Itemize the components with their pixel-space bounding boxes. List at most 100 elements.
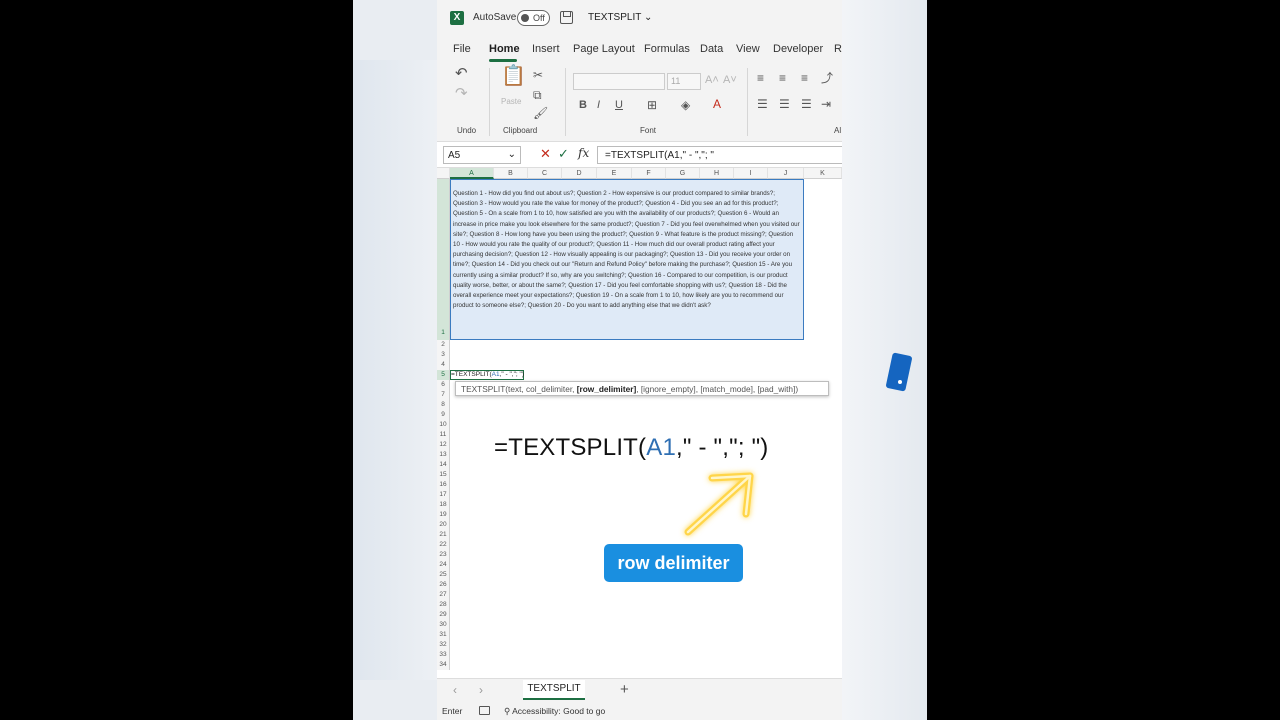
orientation-icon[interactable]: ⤴ [821, 72, 833, 84]
sheet-tab-textsplit[interactable]: TEXTSPLIT [523, 680, 585, 700]
format-painter-icon[interactable]: 🖌 [533, 107, 548, 119]
row-header[interactable]: 14 [437, 460, 450, 470]
column-header[interactable]: E [597, 168, 632, 179]
row-header[interactable]: 7 [437, 390, 450, 400]
row-header[interactable]: 26 [437, 580, 450, 590]
prev-sheet-icon[interactable]: ‹ [453, 683, 457, 697]
row-header[interactable]: 13 [437, 450, 450, 460]
cancel-icon[interactable]: ✕ [540, 146, 551, 162]
row-header[interactable]: 24 [437, 560, 450, 570]
save-icon[interactable] [560, 11, 573, 24]
row-header[interactable]: 23 [437, 550, 450, 560]
row-header[interactable]: 15 [437, 470, 450, 480]
increase-font-icon[interactable]: A˄ [705, 74, 719, 86]
row-header[interactable]: 19 [437, 510, 450, 520]
row-header[interactable]: 2 [437, 340, 450, 350]
enter-check-icon[interactable]: ✓ [558, 146, 569, 162]
column-header[interactable]: D [562, 168, 597, 179]
row-header[interactable]: 1 [437, 179, 450, 340]
fill-color-icon[interactable]: ◈ [681, 99, 690, 111]
select-all-corner[interactable] [437, 168, 450, 179]
row-header[interactable]: 8 [437, 400, 450, 410]
row-header[interactable]: 16 [437, 480, 450, 490]
column-header[interactable]: A [450, 168, 494, 179]
borders-icon[interactable]: ⊞ [647, 99, 657, 111]
bold-icon[interactable]: B [579, 99, 587, 111]
column-header[interactable]: J [768, 168, 804, 179]
alignment-group-label: Al [834, 126, 842, 135]
paste-icon[interactable]: 📋 [501, 66, 526, 86]
row-header[interactable]: 10 [437, 420, 450, 430]
decrease-font-icon[interactable]: A˅ [723, 74, 737, 86]
cell-edit-text[interactable]: =TEXTSPLIT(A1," - ","; ") [451, 371, 524, 378]
add-sheet-icon[interactable]: + [620, 681, 629, 698]
font-size-select[interactable]: 11 [667, 73, 701, 90]
accessibility-status[interactable]: ⚲ Accessibility: Good to go [504, 706, 605, 717]
tab-view[interactable]: View [736, 43, 760, 55]
column-header[interactable]: G [666, 168, 700, 179]
row-header[interactable]: 18 [437, 500, 450, 510]
column-header[interactable]: I [734, 168, 768, 179]
row-header[interactable]: 6 [437, 380, 450, 390]
worksheet-grid[interactable]: A B C D E F G H I J K 1 2 3 4 5 6 7 8 9 10 11 12 13 1… [437, 168, 842, 678]
fx-icon[interactable]: fx [578, 146, 589, 160]
undo-icon[interactable]: ↶ [455, 66, 468, 81]
autosave-toggle[interactable]: Off [517, 10, 550, 26]
underline-icon[interactable]: U [615, 99, 623, 111]
align-bottom-icon[interactable]: ≡ [801, 72, 808, 84]
row-header[interactable]: 17 [437, 490, 450, 500]
row-header[interactable]: 11 [437, 430, 450, 440]
column-header[interactable]: F [632, 168, 666, 179]
tab-home[interactable]: Home [489, 43, 520, 55]
column-header[interactable]: K [804, 168, 842, 179]
column-header[interactable]: B [494, 168, 528, 179]
tab-page-layout[interactable]: Page Layout [573, 43, 635, 55]
thumbs-up-icon [886, 352, 912, 392]
align-middle-icon[interactable]: ≡ [779, 72, 786, 84]
align-top-icon[interactable]: ≡ [757, 72, 764, 84]
name-box[interactable]: A5 ⌄ [443, 146, 521, 164]
row-header[interactable]: 21 [437, 530, 450, 540]
tab-review[interactable]: Re [834, 43, 842, 55]
row-header[interactable]: 31 [437, 630, 450, 640]
row-header[interactable]: 20 [437, 520, 450, 530]
pointer-arrow-icon [684, 472, 754, 536]
row-header[interactable]: 25 [437, 570, 450, 580]
formula-input[interactable]: =TEXTSPLIT(A1," - ","; " [597, 146, 842, 164]
indent-icon[interactable]: ⇥ [821, 98, 831, 110]
italic-icon[interactable]: I [597, 99, 600, 111]
row-header[interactable]: 32 [437, 640, 450, 650]
row-header[interactable]: 34 [437, 660, 450, 670]
macro-record-icon[interactable] [479, 706, 490, 715]
tab-insert[interactable]: Insert [532, 43, 560, 55]
row-header[interactable]: 5 [437, 370, 450, 380]
next-sheet-icon[interactable]: › [479, 683, 483, 697]
tab-file[interactable]: File [453, 43, 471, 55]
row-header[interactable]: 3 [437, 350, 450, 360]
redo-icon[interactable]: ↷ [455, 86, 468, 101]
row-header[interactable]: 27 [437, 590, 450, 600]
cell-a1[interactable]: Question 1 - How did you find out about … [450, 179, 804, 340]
tab-data[interactable]: Data [700, 43, 723, 55]
row-header[interactable]: 28 [437, 600, 450, 610]
tab-formulas[interactable]: Formulas [644, 43, 690, 55]
row-header[interactable]: 33 [437, 650, 450, 660]
row-header[interactable]: 4 [437, 360, 450, 370]
column-header[interactable]: H [700, 168, 734, 179]
copy-icon[interactable]: ⧉ [533, 89, 542, 101]
tab-developer[interactable]: Developer [773, 43, 823, 55]
row-header[interactable]: 12 [437, 440, 450, 450]
row-header[interactable]: 30 [437, 620, 450, 630]
row-header[interactable]: 29 [437, 610, 450, 620]
font-color-icon[interactable]: A [713, 98, 721, 110]
font-name-select[interactable] [573, 73, 665, 90]
cut-icon[interactable]: ✂ [533, 69, 543, 81]
align-left-icon[interactable]: ☰ [757, 98, 768, 110]
row-header[interactable]: 9 [437, 410, 450, 420]
column-header[interactable]: C [528, 168, 562, 179]
ribbon-divider [565, 68, 566, 136]
align-right-icon[interactable]: ☰ [801, 98, 812, 110]
document-title[interactable]: TEXTSPLIT ⌄ [588, 12, 652, 23]
row-header[interactable]: 22 [437, 540, 450, 550]
align-center-icon[interactable]: ☰ [779, 98, 790, 110]
